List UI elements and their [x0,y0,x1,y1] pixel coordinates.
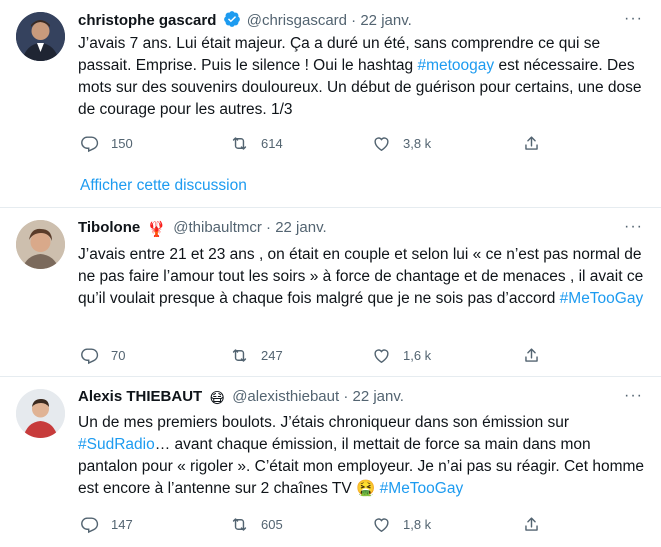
avatar[interactable] [16,12,65,61]
tweet-date[interactable]: 22 janv. [353,388,404,405]
avatar-image [16,389,65,438]
author-handle[interactable]: @thibaultmcr [173,219,262,236]
reply-button[interactable]: 147 [80,513,133,535]
author-handle[interactable]: @chrisgascard [247,12,347,29]
more-icon[interactable]: ··· [624,218,643,236]
tweet-date[interactable]: 22 janv. [360,12,411,29]
action-bar: 70 247 1,6 k [80,344,540,366]
show-thread-link[interactable]: Afficher cette discussion [80,177,247,195]
reply-icon [81,347,99,364]
share-icon [525,516,538,531]
share-button[interactable] [522,132,553,154]
hashtag-link[interactable]: #MeTooGay [380,480,464,497]
hashtag-link[interactable]: #metoogay [417,57,494,74]
tweet[interactable]: Tibolone 🦞 @thibaultmcr · 22 janv. ··· J… [0,208,661,377]
share-icon [525,347,538,362]
retweet-count: 614 [261,135,283,151]
like-button[interactable]: 1,8 k [372,513,431,535]
tweet-header: Tibolone 🦞 @thibaultmcr · 22 janv. [78,218,621,240]
retweet-icon [232,136,247,150]
reply-icon [81,516,99,533]
heart-icon [374,348,389,363]
like-button[interactable]: 3,8 k [372,132,431,154]
separator-dot: · [266,219,272,236]
tweet[interactable]: Alexis THIEBAUT 😷 @alexisthiebaut · 22 j… [0,377,661,547]
like-button[interactable]: 1,6 k [372,344,431,366]
avatar[interactable] [16,389,65,438]
separator-dot: · [351,12,357,29]
more-icon[interactable]: ··· [624,387,643,405]
avatar-image [16,12,65,61]
retweet-count: 605 [261,516,283,532]
share-button[interactable] [522,513,553,535]
hashtag-link[interactable]: #SudRadio [78,436,155,453]
tweet-text-part: Un de mes premiers boulots. J’étais chro… [78,414,570,431]
tweet-text: Un de mes premiers boulots. J’étais chro… [78,412,649,500]
lobster-emoji: 🦞 [147,221,167,238]
heart-icon [374,136,389,151]
author-name[interactable]: Alexis THIEBAUT [78,388,202,405]
retweet-icon [232,348,247,362]
heart-icon [374,517,389,532]
like-count: 1,6 k [403,347,432,363]
like-count: 3,8 k [403,135,432,151]
share-button[interactable] [522,344,553,366]
reply-count: 70 [111,347,126,363]
avatar-image [16,220,65,269]
more-icon[interactable]: ··· [624,10,643,28]
retweet-icon [232,517,247,531]
separator-dot: · [343,388,349,405]
reply-count: 150 [111,135,133,151]
hashtag-link[interactable]: #MeTooGay [560,290,644,307]
tweet-header: christophe gascard @chrisgascard · 22 ja… [78,10,621,32]
like-count: 1,8 k [403,516,432,532]
retweet-button[interactable]: 247 [230,344,283,366]
avatar[interactable] [16,220,65,269]
tweet-text-part: J’avais entre 21 et 23 ans , on était en… [78,246,644,307]
tweet[interactable]: christophe gascard @chrisgascard · 22 ja… [0,0,661,208]
tweet-text: J’avais entre 21 et 23 ans , on était en… [78,244,649,310]
tweet-date[interactable]: 22 janv. [275,219,326,236]
vomit-emoji: 🤮 [356,480,376,497]
share-icon [525,135,538,150]
author-name[interactable]: Tibolone [78,219,140,236]
retweet-count: 247 [261,347,283,363]
retweet-button[interactable]: 614 [230,132,283,154]
reply-button[interactable]: 150 [80,132,133,154]
reply-icon [81,135,99,152]
tweet-text: J’avais 7 ans. Lui était majeur. Ça a du… [78,33,649,121]
retweet-button[interactable]: 605 [230,513,283,535]
reply-count: 147 [111,516,133,532]
author-name[interactable]: christophe gascard [78,12,216,29]
action-bar: 150 614 3,8 k [80,132,540,154]
mask-emoji: 😷 [209,390,226,407]
verified-badge-icon [223,10,241,34]
action-bar: 147 605 1,8 k [80,513,540,535]
author-handle[interactable]: @alexisthiebaut [232,388,339,405]
reply-button[interactable]: 70 [80,344,125,366]
tweet-header: Alexis THIEBAUT 😷 @alexisthiebaut · 22 j… [78,387,621,409]
